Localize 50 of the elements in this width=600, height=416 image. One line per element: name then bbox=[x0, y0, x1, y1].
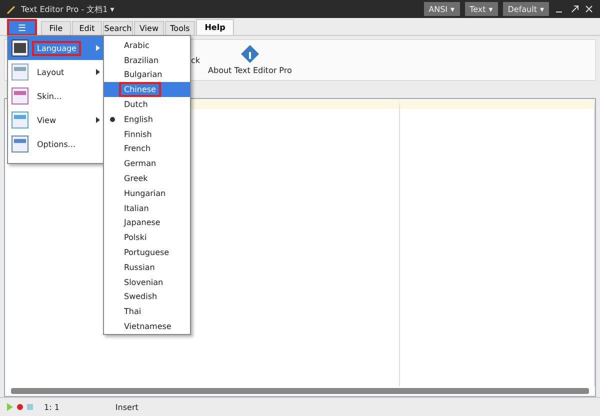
app-menu-item[interactable]: Language bbox=[8, 36, 104, 60]
language-option[interactable]: Chinese bbox=[104, 82, 190, 98]
window-icon bbox=[11, 111, 29, 129]
language-option[interactable]: German bbox=[104, 156, 190, 172]
insert-mode: Insert bbox=[115, 402, 138, 412]
options-icon bbox=[11, 135, 29, 153]
language-option[interactable]: Russian bbox=[104, 260, 190, 275]
ribbon-tab[interactable]: Help bbox=[196, 19, 234, 35]
window-controls-icon[interactable] bbox=[554, 4, 594, 14]
encoding-dropdown[interactable]: ANSI ▾ bbox=[424, 2, 460, 16]
language-option[interactable]: Italian bbox=[104, 200, 190, 216]
pencil-icon bbox=[6, 4, 16, 14]
language-option[interactable]: Hungarian bbox=[104, 186, 190, 201]
app-menu-item[interactable]: Options... bbox=[8, 132, 104, 156]
ribbon-tab[interactable]: View bbox=[134, 21, 164, 35]
ribbon-tab[interactable]: Search bbox=[103, 21, 133, 35]
language-option[interactable]: Arabic bbox=[104, 38, 190, 53]
ribbon-label: ck bbox=[191, 56, 200, 64]
language-option[interactable]: Finnish bbox=[104, 126, 190, 142]
app-menu-item[interactable]: View bbox=[8, 108, 104, 132]
language-option[interactable]: Dutch bbox=[104, 97, 190, 112]
language-option[interactable]: Bulgarian bbox=[104, 68, 190, 82]
window-title: Text Editor Pro - 文档1 ▾ bbox=[21, 4, 114, 14]
language-icon bbox=[11, 39, 29, 57]
ribbon-tab[interactable]: Tools bbox=[165, 21, 195, 35]
encoding-dropdown[interactable]: Text ▾ bbox=[464, 2, 498, 16]
language-option[interactable]: Brazilian bbox=[104, 52, 190, 68]
language-option[interactable]: Thai bbox=[104, 304, 190, 320]
app-menu-item[interactable]: Skin... bbox=[8, 84, 104, 108]
language-option[interactable]: Swedish bbox=[104, 290, 190, 304]
language-option[interactable]: French bbox=[104, 142, 190, 156]
language-option[interactable]: Greek bbox=[104, 171, 190, 186]
layout-icon bbox=[11, 63, 29, 81]
palette-icon bbox=[11, 87, 29, 105]
language-option[interactable]: Polski bbox=[104, 230, 190, 246]
about-button[interactable]: About Text Editor Pro bbox=[208, 66, 292, 75]
language-option[interactable]: Slovenian bbox=[104, 274, 190, 290]
language-option[interactable]: Portuguese bbox=[104, 245, 190, 260]
info-icon[interactable] bbox=[240, 45, 259, 63]
ribbon-tab[interactable]: File bbox=[41, 21, 71, 35]
language-option[interactable]: Vietnamese bbox=[104, 319, 190, 334]
scrollbar[interactable] bbox=[11, 388, 589, 394]
ribbon-tab[interactable]: Edit bbox=[72, 21, 102, 35]
app-menu-item[interactable]: Layout bbox=[8, 60, 104, 84]
language-option[interactable]: Japanese bbox=[104, 216, 190, 230]
encoding-dropdown[interactable]: Default ▾ bbox=[502, 2, 549, 16]
playback-icons[interactable] bbox=[6, 403, 36, 411]
cursor-position: 1: 1 bbox=[44, 402, 60, 412]
language-option[interactable]: English bbox=[104, 112, 190, 127]
menu-icon[interactable]: ☰ bbox=[9, 21, 35, 34]
